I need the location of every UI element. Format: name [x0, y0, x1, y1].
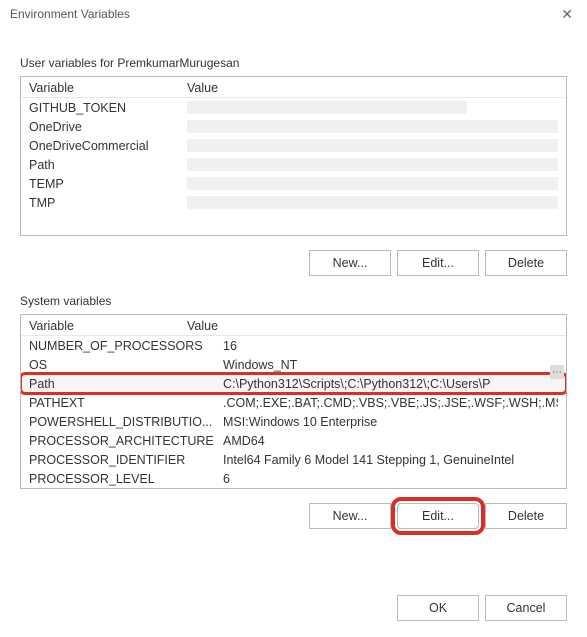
cell-value [187, 156, 558, 174]
title-bar: Environment Variables ✕ [0, 0, 587, 28]
system-header-value[interactable]: Value [187, 319, 558, 333]
cell-variable: PROCESSOR_IDENTIFIER [29, 451, 223, 469]
cell-value: 6 [223, 470, 558, 488]
table-row[interactable]: Path [21, 155, 566, 174]
system-table-header: Variable Value [21, 315, 566, 336]
table-row-path-selected[interactable]: Path C:\Python312\Scripts\;C:\Python312\… [21, 374, 566, 393]
table-row[interactable]: GITHUB_TOKEN [21, 98, 566, 117]
table-row[interactable]: POWERSHELL_DISTRIBUTIO... MSI:Windows 10… [21, 412, 566, 431]
window-title: Environment Variables [10, 7, 130, 21]
cell-value: MSI:Windows 10 Enterprise [223, 413, 558, 431]
cell-value: C:\Python312\Scripts\;C:\Python312\;C:\U… [223, 375, 558, 393]
cell-variable: NUMBER_OF_PROCESSORS [29, 337, 223, 355]
user-new-button[interactable]: New... [309, 250, 391, 276]
cell-variable: Path [29, 375, 223, 393]
user-vars-label: User variables for PremkumarMurugesan [20, 56, 567, 70]
table-row[interactable]: OneDrive [21, 117, 566, 136]
cell-variable: PROCESSOR_ARCHITECTURE [29, 432, 223, 450]
cell-variable: PROCESSOR_LEVEL [29, 470, 223, 488]
close-icon[interactable]: ✕ [557, 6, 577, 23]
cell-value: Intel64 Family 6 Model 141 Stepping 1, G… [223, 451, 558, 469]
ok-button[interactable]: OK [397, 595, 479, 621]
cell-value: Windows_NT [223, 356, 558, 374]
table-row[interactable]: PROCESSOR_ARCHITECTURE AMD64 [21, 431, 566, 450]
cell-variable: TMP [29, 194, 187, 212]
user-button-row: New... Edit... Delete [20, 250, 567, 276]
user-delete-button[interactable]: Delete [485, 250, 567, 276]
cell-value [187, 175, 558, 193]
table-row[interactable]: TEMP [21, 174, 566, 193]
table-row[interactable]: PROCESSOR_IDENTIFIER Intel64 Family 6 Mo… [21, 450, 566, 469]
system-edit-button[interactable]: Edit... [397, 503, 479, 529]
cell-value [187, 118, 558, 136]
cell-variable: PATHEXT [29, 394, 223, 412]
cell-variable: OS [29, 356, 223, 374]
system-button-row: New... Edit... Delete [20, 503, 567, 529]
system-header-variable[interactable]: Variable [29, 319, 187, 333]
cell-variable: GITHUB_TOKEN [29, 99, 187, 117]
table-row[interactable]: NUMBER_OF_PROCESSORS 16 [21, 336, 566, 355]
system-new-button[interactable]: New... [309, 503, 391, 529]
user-header-value[interactable]: Value [187, 81, 558, 95]
user-vars-table: Variable Value GITHUB_TOKEN OneDrive One… [20, 76, 567, 236]
user-header-variable[interactable]: Variable [29, 81, 187, 95]
cell-value: .COM;.EXE;.BAT;.CMD;.VBS;.VBE;.JS;.JSE;.… [223, 394, 558, 412]
cell-value [187, 137, 558, 155]
table-row[interactable]: TMP [21, 193, 566, 212]
cell-variable: POWERSHELL_DISTRIBUTIO... [29, 413, 223, 431]
table-row[interactable]: OS Windows_NT [21, 355, 566, 374]
system-vars-table: Variable Value NUMBER_OF_PROCESSORS 16 O… [20, 314, 567, 489]
scroll-indicator[interactable]: ⋯ [550, 365, 564, 379]
cell-value: AMD64 [223, 432, 558, 450]
table-row[interactable]: PROCESSOR_LEVEL 6 [21, 469, 566, 488]
cell-value: 16 [223, 337, 558, 355]
cell-variable: Path [29, 156, 187, 174]
cell-variable: OneDrive [29, 118, 187, 136]
system-vars-label: System variables [20, 294, 567, 308]
cell-value [187, 99, 558, 117]
cell-value [187, 194, 558, 212]
user-edit-button[interactable]: Edit... [397, 250, 479, 276]
table-row[interactable]: PATHEXT .COM;.EXE;.BAT;.CMD;.VBS;.VBE;.J… [21, 393, 566, 412]
table-row[interactable]: OneDriveCommercial [21, 136, 566, 155]
system-delete-button[interactable]: Delete [485, 503, 567, 529]
cell-variable: TEMP [29, 175, 187, 193]
user-table-header: Variable Value [21, 77, 566, 98]
footer-button-row: OK Cancel [397, 595, 567, 621]
cancel-button[interactable]: Cancel [485, 595, 567, 621]
cell-variable: OneDriveCommercial [29, 137, 187, 155]
